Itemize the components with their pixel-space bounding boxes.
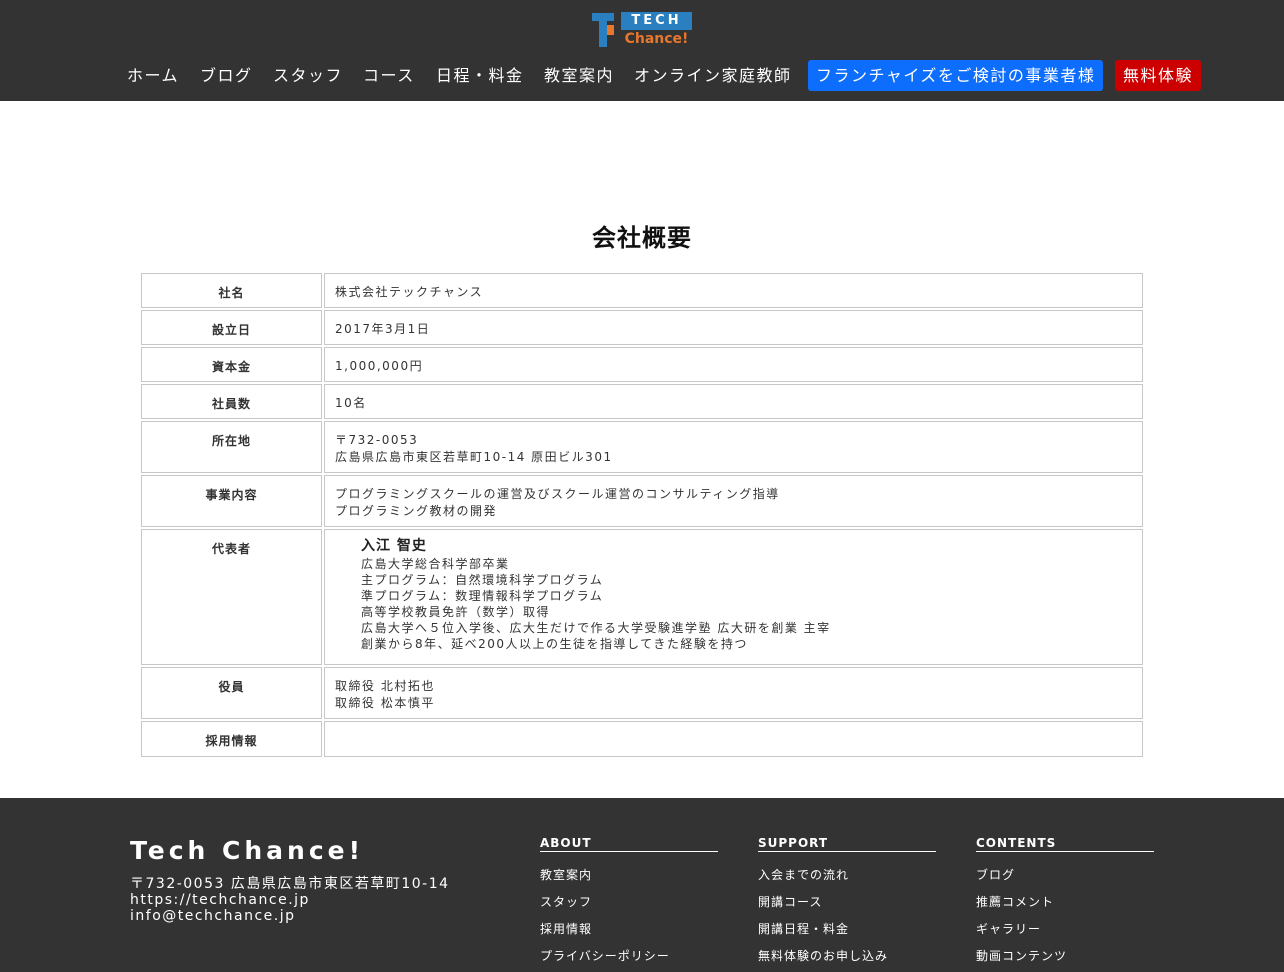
footer-address: 〒732-0053 広島県広島市東区若草町10-14 <box>130 876 450 892</box>
nav-item-schedule[interactable]: 日程・料金 <box>436 60 524 91</box>
nav-item-course[interactable]: コース <box>363 60 415 91</box>
footer-link[interactable]: 推薦コメント <box>976 894 1154 910</box>
page-title: 会社概要 <box>592 224 692 252</box>
table-row: 採用情報 <box>141 721 1143 757</box>
footer-email[interactable]: info@techchance.jp <box>130 908 450 924</box>
value-line: 株式会社テックチャンス <box>335 285 484 299</box>
footer-contact: 〒732-0053 広島県広島市東区若草町10-14 https://techc… <box>130 876 450 924</box>
row-value: 1,000,000円 <box>324 347 1143 382</box>
footer-url[interactable]: https://techchance.jp <box>130 892 450 908</box>
footer-link[interactable]: 採用情報 <box>540 921 718 937</box>
row-label: 所在地 <box>141 421 322 473</box>
row-label: 社員数 <box>141 384 322 419</box>
value-line: 〒732-0053 <box>335 433 419 447</box>
footer-column-title: CONTENTS <box>976 836 1154 852</box>
nav-item-blog[interactable]: ブログ <box>200 60 253 91</box>
row-label: 事業内容 <box>141 475 322 527</box>
logo-mark-icon <box>592 13 614 47</box>
site-logo[interactable]: TECH Chance! <box>592 12 692 48</box>
logo-bottom-text: Chance! <box>624 31 689 47</box>
footer-link[interactable]: ブログ <box>976 867 1154 883</box>
nav-item-staff[interactable]: スタッフ <box>273 60 343 91</box>
table-row: 事業内容 プログラミングスクールの運営及びスクール運営のコンサルティング指導 プ… <box>141 475 1143 527</box>
nav-item-classroom[interactable]: 教室案内 <box>544 60 614 91</box>
footer-link[interactable]: プライバシーポリシー <box>540 948 718 964</box>
representative-name: 入江 智史 <box>361 538 427 554</box>
row-value: 2017年3月1日 <box>324 310 1143 345</box>
row-label: 資本金 <box>141 347 322 382</box>
value-line: 広島大学へ５位入学後、広大生だけで作る大学受験進学塾 広大研を創業 主宰 <box>361 621 831 635</box>
site-footer: Tech Chance! 〒732-0053 広島県広島市東区若草町10-14 … <box>0 798 1284 972</box>
value-line: 創業から8年、延べ200人以上の生徒を指導してきた経験を持つ <box>361 637 748 651</box>
row-value: 〒732-0053 広島県広島市東区若草町10-14 原田ビル301 <box>324 421 1143 473</box>
row-value: プログラミングスクールの運営及びスクール運営のコンサルティング指導 プログラミン… <box>324 475 1143 527</box>
row-value <box>324 721 1143 757</box>
table-row: 代表者 入江 智史 広島大学総合科学部卒業 主プログラム：自然環境科学プログラム… <box>141 529 1143 665</box>
value-line: 準プログラム：数理情報科学プログラム <box>361 589 604 603</box>
row-label: 設立日 <box>141 310 322 345</box>
footer-link[interactable]: 動画コンテンツ <box>976 948 1154 964</box>
footer-link[interactable]: 無料体験のお申し込み <box>758 948 936 964</box>
footer-link[interactable]: ギャラリー <box>976 921 1154 937</box>
logo-top-text: TECH <box>621 12 692 30</box>
table-row: 役員 取締役 北村拓也 取締役 松本慎平 <box>141 667 1143 719</box>
row-label: 採用情報 <box>141 721 322 757</box>
nav-item-home[interactable]: ホーム <box>127 60 179 91</box>
table-row: 社員数 10名 <box>141 384 1143 419</box>
footer-link[interactable]: 入会までの流れ <box>758 867 936 883</box>
row-value: 10名 <box>324 384 1143 419</box>
footer-brand: Tech Chance! <box>130 836 364 865</box>
table-row: 社名 株式会社テックチャンス <box>141 273 1143 308</box>
footer-column-title: ABOUT <box>540 836 718 852</box>
footer-link[interactable]: 教室案内 <box>540 867 718 883</box>
value-line: 10名 <box>335 396 367 410</box>
row-label: 役員 <box>141 667 322 719</box>
value-line: 広島県広島市東区若草町10-14 原田ビル301 <box>335 450 613 464</box>
footer-column-support: SUPPORT 入会までの流れ 開講コース 開講日程・料金 無料体験のお申し込み <box>758 836 936 964</box>
row-label: 社名 <box>141 273 322 308</box>
site-header: TECH Chance! ホーム ブログ スタッフ コース 日程・料金 教室案内… <box>0 0 1284 101</box>
table-row: 所在地 〒732-0053 広島県広島市東区若草町10-14 原田ビル301 <box>141 421 1143 473</box>
footer-link[interactable]: スタッフ <box>540 894 718 910</box>
value-line: 取締役 北村拓也 <box>335 679 435 693</box>
value-line: 主プログラム：自然環境科学プログラム <box>361 573 604 587</box>
row-label: 代表者 <box>141 529 322 665</box>
footer-column-title: SUPPORT <box>758 836 936 852</box>
nav-item-online-tutor[interactable]: オンライン家庭教師 <box>634 60 792 91</box>
franchise-button[interactable]: フランチャイズをご検討の事業者様 <box>808 60 1104 91</box>
value-line: プログラミング教材の開発 <box>335 504 498 518</box>
logo-wordmark: TECH Chance! <box>621 12 692 48</box>
value-line: プログラミングスクールの運営及びスクール運営のコンサルティング指導 <box>335 487 780 501</box>
row-value: 株式会社テックチャンス <box>324 273 1143 308</box>
footer-link[interactable]: 開講日程・料金 <box>758 921 936 937</box>
row-value: 取締役 北村拓也 取締役 松本慎平 <box>324 667 1143 719</box>
value-line: 1,000,000円 <box>335 359 424 373</box>
footer-link[interactable]: 開講コース <box>758 894 936 910</box>
footer-column-contents: CONTENTS ブログ 推薦コメント ギャラリー 動画コンテンツ <box>976 836 1154 964</box>
value-line: 高等学校教員免許（数学）取得 <box>361 605 551 619</box>
row-value: 入江 智史 広島大学総合科学部卒業 主プログラム：自然環境科学プログラム 準プロ… <box>324 529 1143 665</box>
free-trial-button[interactable]: 無料体験 <box>1115 60 1202 91</box>
main-nav: ホーム ブログ スタッフ コース 日程・料金 教室案内 オンライン家庭教師 フラ… <box>0 60 1284 91</box>
footer-column-about: ABOUT 教室案内 スタッフ 採用情報 プライバシーポリシー <box>540 836 718 964</box>
representative-profile: 入江 智史 広島大学総合科学部卒業 主プログラム：自然環境科学プログラム 準プロ… <box>335 538 1132 652</box>
value-line: 広島大学総合科学部卒業 <box>361 557 510 571</box>
table-row: 資本金 1,000,000円 <box>141 347 1143 382</box>
table-row: 設立日 2017年3月1日 <box>141 310 1143 345</box>
value-line: 取締役 松本慎平 <box>335 696 435 710</box>
value-line: 2017年3月1日 <box>335 322 431 336</box>
